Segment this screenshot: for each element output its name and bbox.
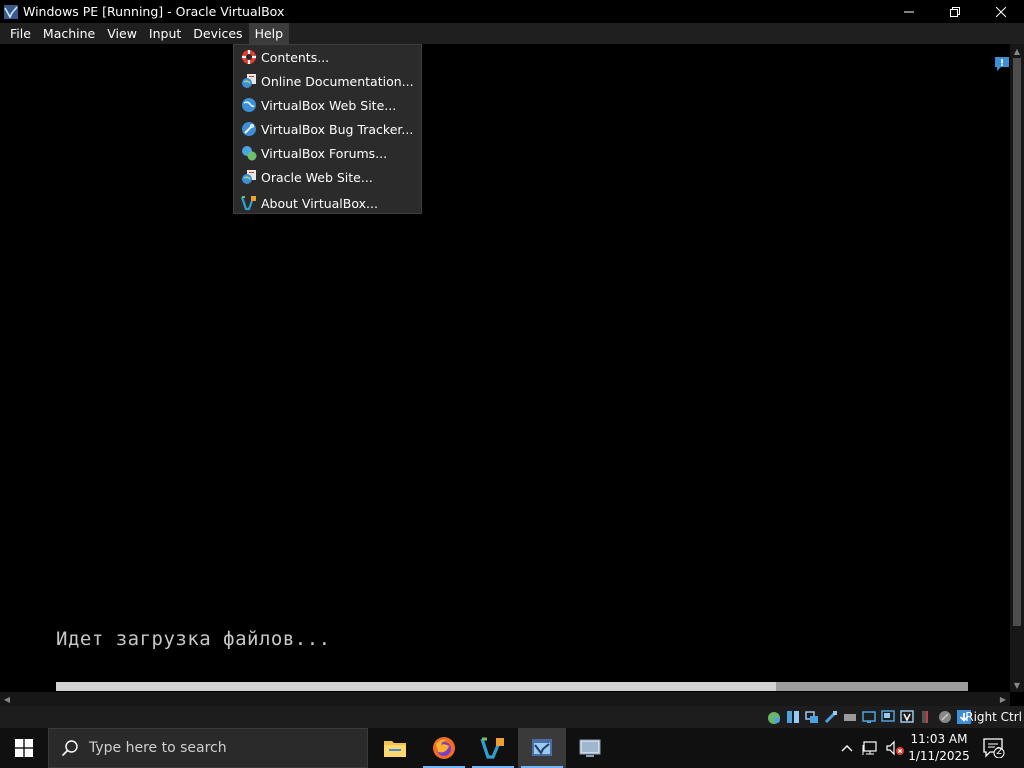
taskbar-virtualbox[interactable] bbox=[469, 728, 517, 768]
menu-file[interactable]: File bbox=[4, 23, 37, 44]
taskbar-firefox[interactable] bbox=[420, 728, 468, 768]
clock-date: 1/11/2025 bbox=[908, 749, 970, 763]
help-item-forums[interactable]: VirtualBox Forums... bbox=[234, 141, 421, 165]
taskbar-search-box[interactable]: Type here to search bbox=[48, 728, 368, 768]
vertical-scrollbar[interactable]: ▲ ▼ bbox=[1010, 44, 1024, 692]
show-hidden-icons-button[interactable] bbox=[838, 728, 856, 768]
scroll-up-icon[interactable]: ▲ bbox=[1010, 44, 1024, 58]
taskbar-file-explorer[interactable] bbox=[371, 728, 419, 768]
help-item-virtualbox-website[interactable]: VirtualBox Web Site... bbox=[234, 93, 421, 117]
help-item-contents[interactable]: Contents... bbox=[234, 45, 421, 69]
network-icon bbox=[862, 741, 877, 755]
windows-logo-icon bbox=[15, 739, 33, 757]
mouse-integration-icon[interactable] bbox=[937, 709, 953, 725]
host-key-label: Right Ctrl bbox=[965, 710, 1022, 724]
window-title: Windows PE [Running] - Oracle VirtualBox bbox=[23, 4, 285, 19]
scroll-left-icon[interactable]: ◀ bbox=[0, 692, 14, 706]
menu-view[interactable]: View bbox=[101, 23, 143, 44]
scroll-down-icon[interactable]: ▼ bbox=[1010, 678, 1024, 692]
help-item-about[interactable]: About VirtualBox... bbox=[234, 191, 421, 215]
document-globe-icon bbox=[242, 74, 256, 88]
close-button[interactable] bbox=[978, 0, 1024, 23]
bug-tracker-icon bbox=[242, 122, 256, 136]
virtualbox-logo-icon bbox=[241, 196, 256, 211]
help-item-oracle-website[interactable]: Oracle Web Site... bbox=[234, 165, 421, 189]
menu-input[interactable]: Input bbox=[143, 23, 187, 44]
firefox-icon bbox=[433, 737, 455, 759]
taskbar: Type here to search 11:03 AM 1/11/2025 2 bbox=[0, 728, 1024, 768]
display-icon[interactable] bbox=[880, 709, 896, 725]
optical-drive-icon[interactable] bbox=[785, 709, 801, 725]
forums-icon bbox=[242, 146, 257, 161]
close-icon bbox=[996, 6, 1006, 17]
hard-disk-icon[interactable] bbox=[766, 709, 782, 725]
recording-icon[interactable] bbox=[899, 709, 915, 725]
volume-tray-button[interactable] bbox=[884, 728, 906, 768]
start-button[interactable] bbox=[0, 728, 48, 768]
guest-loading-text: Идет загрузка файлов... bbox=[56, 628, 331, 650]
notification-icon[interactable] bbox=[994, 56, 1010, 72]
horizontal-scroll-thumb[interactable] bbox=[56, 682, 968, 691]
network-tray-button[interactable] bbox=[860, 728, 882, 768]
status-bar: Right Ctrl bbox=[0, 706, 1024, 728]
action-center-button[interactable]: 2 bbox=[978, 728, 1010, 768]
taskbar-running-vm[interactable] bbox=[518, 728, 566, 768]
search-icon bbox=[61, 740, 78, 757]
audio-icon[interactable] bbox=[804, 709, 820, 725]
vm-window-icon bbox=[532, 739, 552, 756]
guest-display[interactable] bbox=[0, 44, 1010, 692]
usb-icon[interactable] bbox=[842, 709, 858, 725]
search-placeholder: Type here to search bbox=[89, 740, 227, 756]
lifebuoy-icon bbox=[242, 50, 256, 64]
cpu-indicator-icon[interactable] bbox=[918, 709, 934, 725]
scroll-right-icon[interactable]: ▶ bbox=[996, 692, 1010, 706]
horizontal-scrollbar[interactable]: ◀ ▶ bbox=[0, 682, 1010, 706]
computer-window-icon bbox=[579, 739, 601, 757]
help-menu-dropdown: Contents... Online Documentation... Virt… bbox=[233, 44, 422, 214]
taskbar-clock[interactable]: 11:03 AM 1/11/2025 bbox=[907, 731, 971, 765]
restore-button[interactable] bbox=[932, 0, 978, 23]
help-item-online-documentation[interactable]: Online Documentation... bbox=[234, 69, 421, 93]
menu-devices[interactable]: Devices bbox=[187, 23, 248, 44]
minimize-button[interactable] bbox=[886, 0, 932, 23]
document-globe-icon bbox=[242, 170, 256, 184]
taskbar-remote-desktop[interactable] bbox=[567, 728, 615, 768]
title-bar: Windows PE [Running] - Oracle VirtualBox bbox=[0, 0, 1024, 23]
shared-folders-icon[interactable] bbox=[861, 709, 877, 725]
speaker-muted-icon bbox=[886, 740, 904, 756]
minimize-icon bbox=[904, 11, 914, 12]
restore-icon bbox=[950, 6, 960, 17]
menu-bar: File Machine View Input Devices Help bbox=[0, 23, 1024, 44]
notification-count-badge: 2 bbox=[996, 746, 1003, 757]
help-item-bug-tracker[interactable]: VirtualBox Bug Tracker... bbox=[234, 117, 421, 141]
network-icon[interactable] bbox=[823, 709, 839, 725]
globe-icon bbox=[242, 98, 256, 112]
folder-icon bbox=[384, 741, 406, 757]
chevron-up-icon bbox=[841, 745, 853, 752]
menu-machine[interactable]: Machine bbox=[37, 23, 101, 44]
clock-time: 11:03 AM bbox=[910, 732, 968, 746]
vertical-scroll-thumb[interactable] bbox=[1013, 58, 1021, 626]
virtualbox-app-icon[interactable] bbox=[3, 4, 19, 20]
menu-help[interactable]: Help bbox=[248, 23, 290, 44]
virtualbox-logo-icon bbox=[480, 737, 504, 759]
